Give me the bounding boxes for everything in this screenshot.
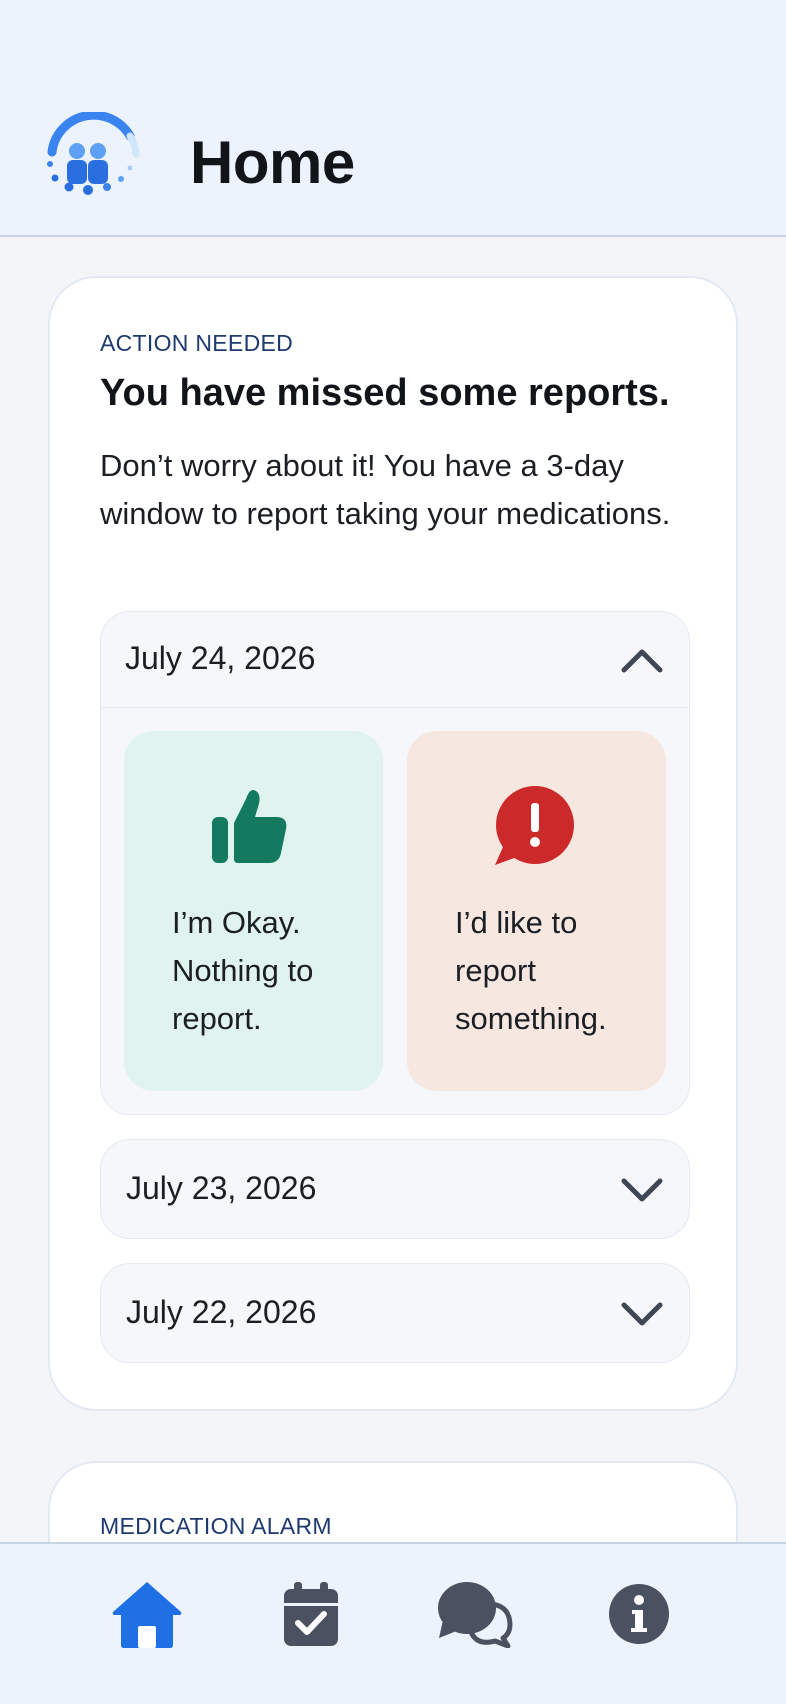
day-date: July 22, 2026 xyxy=(126,1294,317,1330)
day-accordion-header[interactable]: July 23, 2026 xyxy=(101,1140,689,1236)
card-eyebrow: ACTION NEEDED xyxy=(100,330,294,356)
nav-messages-button[interactable] xyxy=(435,1574,515,1654)
care-team-logo-icon xyxy=(44,110,144,212)
thumbs-up-icon xyxy=(212,790,287,863)
im-okay-button[interactable]: I’m Okay. Nothing to report. xyxy=(124,731,383,1091)
card-description: Don’t worry about it! You have a 3-day w… xyxy=(100,448,671,531)
home-icon xyxy=(112,1582,182,1648)
page-title: Home xyxy=(190,129,355,196)
nav-home-button[interactable] xyxy=(107,1574,187,1654)
day-accordion-header[interactable]: July 24, 2026 xyxy=(101,612,689,708)
nav-calendar-button[interactable] xyxy=(271,1574,351,1654)
report-something-button[interactable]: I’d like to report something. xyxy=(407,731,666,1091)
card-eyebrow: MEDICATION ALARM xyxy=(100,1513,332,1539)
chevron-down-icon xyxy=(621,1302,663,1326)
calendar-check-icon xyxy=(284,1582,338,1646)
chevron-up-icon xyxy=(621,649,663,673)
day-accordion-collapsed[interactable]: July 23, 2026 xyxy=(100,1139,690,1239)
day-date: July 23, 2026 xyxy=(126,1170,317,1206)
report-something-label: I’d like to report something. xyxy=(455,905,607,1036)
bottom-navigation xyxy=(0,1542,786,1704)
action-needed-card: ACTION NEEDED You have missed some repor… xyxy=(48,276,738,1411)
card-title: You have missed some reports. xyxy=(100,372,670,414)
chevron-down-icon xyxy=(621,1178,663,1202)
day-accordion-expanded: July 24, 2026 I’m Okay. Nothing to repor… xyxy=(100,611,690,1115)
day-date: July 24, 2026 xyxy=(125,640,316,676)
chat-bubbles-icon xyxy=(438,1582,513,1648)
alert-bubble-icon xyxy=(495,786,574,865)
day-accordion-header[interactable]: July 22, 2026 xyxy=(101,1264,689,1360)
im-okay-label: I’m Okay. Nothing to report. xyxy=(172,905,314,1036)
day-accordion-collapsed[interactable]: July 22, 2026 xyxy=(100,1263,690,1363)
nav-info-button[interactable] xyxy=(599,1574,679,1654)
app-header: Home xyxy=(0,0,786,237)
info-icon xyxy=(609,1584,669,1644)
